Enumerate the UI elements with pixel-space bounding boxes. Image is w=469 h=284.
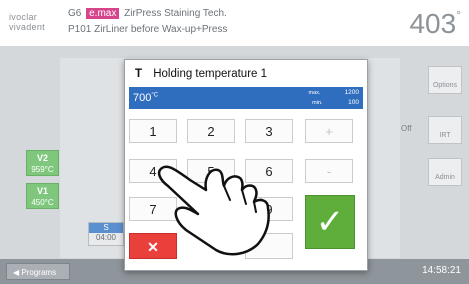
irt-button[interactable]: IRT [428,116,462,144]
temperature-icon: T [135,68,143,80]
program-title-line: G6 e.max ZirPress Staining Tech. [68,8,227,19]
brand-logo: ivoclar vivadent [9,12,45,32]
header-bar: ivoclar vivadent G6 e.max ZirPress Stain… [0,0,469,46]
current-temperature: 403° [409,8,461,39]
program-name: ZirPress Staining Tech. [124,8,227,19]
dialog-title: T Holding temperature 1 [135,68,268,80]
closing-time-field[interactable]: S 04:00 [88,222,124,246]
back-arrow-icon: ◀ [13,268,20,277]
admin-button[interactable]: Admin [428,158,462,186]
program-id: P101 [68,24,92,35]
minus-key[interactable]: - [305,159,353,183]
entered-value: 700°C [133,92,159,104]
confirm-button[interactable]: ✓ [305,195,355,249]
plus-key[interactable]: + [305,119,353,143]
program-subtitle-line: P101 ZirLiner before Wax-up+Press [68,24,227,35]
program-description: ZirLiner before Wax-up+Press [94,24,228,35]
vacuum-1-button[interactable]: V1 450°C [26,183,59,209]
clock: 14:58:21 [422,265,461,276]
program-group: G6 [68,8,82,19]
key-3[interactable]: 3 [245,119,293,143]
value-limits: max. 1200 min. 100 [308,89,359,106]
material-badge: e.max [86,8,120,19]
programs-button[interactable]: ◀ Programs [6,263,70,280]
pointing-hand-icon [157,165,270,256]
irt-state-label: Off [401,124,412,133]
key-1[interactable]: 1 [129,119,177,143]
value-display: 700°C max. 1200 min. 100 [129,87,363,109]
options-button[interactable]: Options [428,66,462,94]
key-2[interactable]: 2 [187,119,235,143]
vacuum-2-button[interactable]: V2 959°C [26,150,59,176]
